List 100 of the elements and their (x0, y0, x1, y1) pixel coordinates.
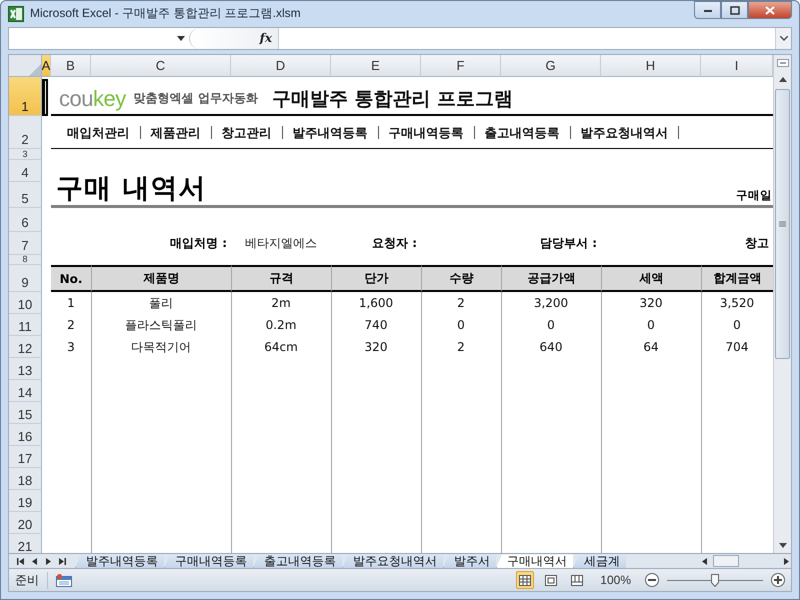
row-header[interactable]: 5 (9, 182, 42, 208)
row-header[interactable]: 14 (9, 380, 42, 402)
sheet-tab[interactable]: 출고내역등록 (253, 554, 342, 568)
column-header[interactable]: E (331, 55, 421, 78)
table-cell-text: 704 (724, 339, 750, 356)
table-cell-text: 2m (270, 295, 292, 312)
close-icon (765, 6, 775, 14)
first-arrow-icon (16, 558, 24, 565)
row-header[interactable]: 17 (9, 446, 42, 468)
column-header[interactable]: F (421, 55, 501, 78)
table-cell-text: 2 (66, 317, 76, 334)
first-sheet-button[interactable] (15, 556, 25, 566)
row-header[interactable]: 13 (9, 358, 42, 380)
nav-link[interactable]: 구매내역등록 (378, 126, 474, 139)
row-header[interactable]: 15 (9, 402, 42, 424)
plus-icon (774, 576, 782, 584)
minimize-icon (702, 7, 712, 13)
nav-link[interactable]: 발주요청내역서 (570, 126, 679, 139)
column-header[interactable]: A (42, 55, 51, 78)
column-heading: 단가 (331, 265, 421, 292)
table-cell-text: 0 (646, 317, 656, 334)
sheet-tab[interactable]: 세금계 (573, 554, 626, 568)
window-title: Microsoft Excel - 구매발주 통합관리 프로그램.xlsm (30, 5, 302, 22)
scrollbar-thumb[interactable] (775, 89, 790, 360)
normal-view-button[interactable] (516, 571, 534, 590)
sheet-tab[interactable]: 구매내역서 (496, 554, 573, 568)
left-arrow-icon (702, 558, 706, 565)
nav-link[interactable]: 창고관리 (212, 126, 282, 139)
left-arrow-icon (32, 558, 36, 565)
nav-link[interactable]: 발주내역등록 (282, 126, 378, 139)
row-header[interactable]: 18 (9, 468, 42, 490)
table-cell-text: 2 (456, 339, 466, 356)
row-header[interactable]: 10 (9, 292, 42, 314)
table-cell-text: 다목적기어 (130, 338, 192, 356)
zoom-level[interactable]: 100% (600, 573, 631, 588)
row-header[interactable]: 9 (9, 265, 42, 292)
right-arrow-icon (46, 558, 50, 565)
row-header[interactable]: 21 (9, 534, 42, 554)
split-icon (776, 59, 788, 68)
right-arrow-icon (784, 558, 788, 565)
column-header[interactable]: C (91, 55, 231, 78)
row-header[interactable]: 4 (9, 160, 42, 182)
table-cell-text: 3 (66, 339, 76, 356)
sheet-tab[interactable]: 발주내역등록 (75, 554, 164, 568)
scroll-right-button[interactable] (781, 556, 791, 566)
sheet-tab[interactable]: 발주요청내역서 (342, 554, 443, 568)
minimize-button[interactable] (694, 1, 721, 19)
page-icon (545, 574, 558, 586)
field-label: 구매일 (736, 188, 773, 203)
table-cell-text: 320 (364, 339, 388, 356)
table-cell-text: 0 (546, 317, 556, 334)
excel-icon (8, 6, 24, 22)
table-cell-text: 2 (456, 295, 466, 312)
field-value: 베타지엘에스 (244, 235, 318, 252)
column-heading: No. (51, 265, 91, 292)
zoom-out-button[interactable] (645, 573, 659, 588)
table-cell-text: 320 (638, 295, 664, 312)
row-header[interactable]: 20 (9, 512, 42, 534)
column-header[interactable]: I (701, 55, 773, 78)
scrollbar-thumb[interactable] (713, 555, 739, 568)
row-header[interactable]: 11 (9, 314, 42, 336)
document-title: 구매 내역서 (55, 172, 208, 206)
row-header[interactable]: 3 (9, 149, 42, 160)
row-header[interactable]: 1 (9, 77, 42, 116)
field-label: 담당부서 : (540, 235, 598, 252)
row-header[interactable]: 7 (9, 232, 42, 256)
nav-link[interactable]: 제품관리 (140, 126, 212, 139)
down-arrow-icon (778, 542, 786, 548)
close-button[interactable] (748, 1, 792, 19)
column-header[interactable]: G (501, 55, 601, 78)
table-cell-text: 740 (364, 317, 388, 334)
table-cell-text: 3,200 (532, 295, 570, 312)
row-header[interactable]: 8 (9, 255, 42, 266)
triangle-icon (29, 64, 41, 76)
cell-cursor (42, 79, 48, 116)
sheet-tab[interactable]: 구매내역등록 (164, 554, 253, 568)
column-heading: 세액 (601, 265, 701, 292)
table-cell-text: 풀리 (148, 294, 174, 312)
column-header[interactable]: B (51, 55, 91, 78)
nav-link[interactable]: 매입처관리 (57, 126, 140, 139)
column-header[interactable]: D (231, 55, 331, 78)
column-heading: 제품명 (91, 265, 231, 292)
column-heading: 공급가액 (501, 265, 601, 292)
row-header[interactable]: 16 (9, 424, 42, 446)
restore-button[interactable] (721, 1, 748, 19)
sheet-tab[interactable]: 발주서 (443, 554, 496, 568)
nav-link[interactable]: 출고내역등록 (474, 126, 570, 139)
last-sheet-button[interactable] (57, 556, 67, 566)
row-header[interactable]: 12 (9, 336, 42, 358)
row-header[interactable]: 19 (9, 490, 42, 512)
macro-record-icon[interactable] (56, 574, 72, 587)
column-header[interactable]: H (601, 55, 701, 78)
status-text: 준비 (15, 572, 48, 589)
row-header[interactable]: 6 (9, 208, 42, 232)
row-header[interactable]: 2 (9, 116, 42, 150)
zoom-in-button[interactable] (771, 573, 785, 588)
next-sheet-button[interactable] (43, 556, 53, 566)
zoom-slider-thumb[interactable] (711, 574, 719, 587)
program-title: 구매발주 통합관리 프로그램 (272, 86, 514, 112)
field-label: 창고 (745, 235, 770, 252)
